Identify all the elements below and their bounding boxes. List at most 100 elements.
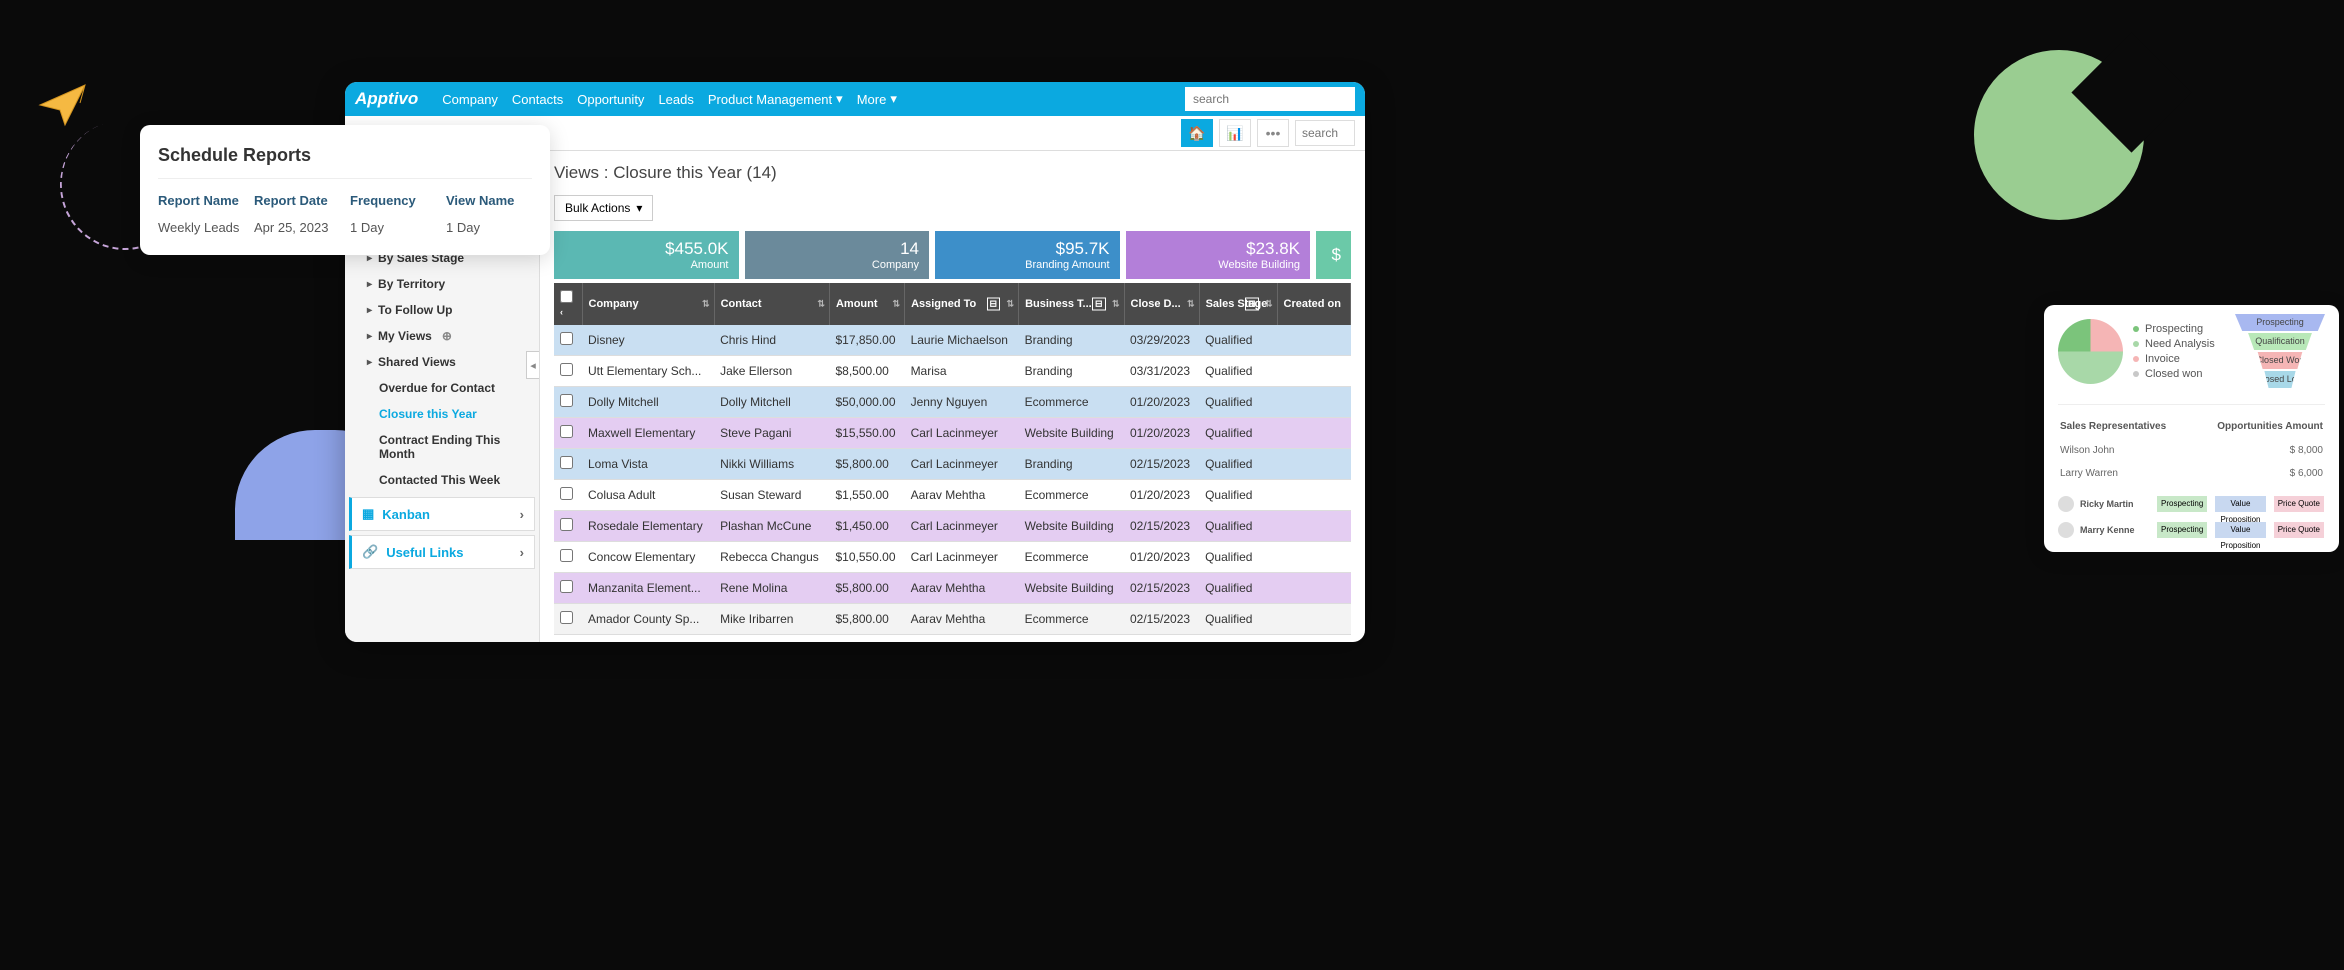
chart-button[interactable]: 📊 <box>1219 119 1251 147</box>
sched-hdr-date: Report Date <box>254 193 340 208</box>
sort-icon: ⇅ <box>1187 299 1195 310</box>
nav-company[interactable]: Company <box>442 92 498 107</box>
chevron-right-icon: › <box>520 507 524 522</box>
row-checkbox[interactable] <box>560 363 573 376</box>
nav-contacts[interactable]: Contacts <box>512 92 563 107</box>
table-row[interactable]: Loma VistaNikki Williams$5,800.00Carl La… <box>554 449 1351 480</box>
table-row[interactable]: Concow ElementaryRebecca Changus$10,550.… <box>554 542 1351 573</box>
kpi-card[interactable]: $455.0KAmount <box>554 231 739 279</box>
sched-val-view: 1 Day <box>446 220 532 235</box>
sched-val-name: Weekly Leads <box>158 220 244 235</box>
bar-chart-icon: 📊 <box>1226 125 1243 142</box>
stage-value-prop: Value Proposition <box>2215 522 2265 538</box>
ellipsis-icon: ••• <box>1266 125 1281 141</box>
row-checkbox[interactable] <box>560 394 573 407</box>
kpi-card[interactable]: 14Company <box>745 231 930 279</box>
sidebar-contract[interactable]: Contract Ending This Month <box>345 427 539 467</box>
sidebar-to-follow-up[interactable]: ▸To Follow Up <box>345 297 539 323</box>
rep-th-amt: Opportunities Amount <box>2193 415 2323 438</box>
col-amount[interactable]: Amount⇅ <box>829 283 904 325</box>
sort-icon: ⇅ <box>1265 299 1273 310</box>
row-checkbox[interactable] <box>560 332 573 345</box>
sched-val-date: Apr 25, 2023 <box>254 220 340 235</box>
plus-icon[interactable]: ⊕ <box>442 329 452 343</box>
col-contact[interactable]: Contact⇅ <box>714 283 829 325</box>
row-checkbox[interactable] <box>560 425 573 438</box>
sidebar-shared-views[interactable]: ▸Shared Views <box>345 349 539 375</box>
nav-product[interactable]: Product Management ▾ <box>708 91 843 107</box>
row-checkbox[interactable] <box>560 611 573 624</box>
more-button[interactable]: ••• <box>1257 119 1289 147</box>
table-row[interactable]: Colusa AdultSusan Steward$1,550.00Aarav … <box>554 480 1351 511</box>
kpi-row: $455.0KAmount14Company$95.7KBranding Amo… <box>554 231 1351 279</box>
select-all-checkbox[interactable] <box>560 290 573 303</box>
table-row[interactable]: Manzanita Element...Rene Molina$5,800.00… <box>554 573 1351 604</box>
col-created[interactable]: Created on <box>1277 283 1351 325</box>
sidebar-closure[interactable]: Closure this Year <box>345 401 539 427</box>
nav-leads[interactable]: Leads <box>658 92 693 107</box>
kpi-card[interactable]: $ <box>1316 231 1351 279</box>
rep-name: Wilson John <box>2060 440 2191 461</box>
rep-th-name: Sales Representatives <box>2060 415 2191 438</box>
col-company[interactable]: Company⇅ <box>582 283 714 325</box>
rep-amt: $ 8,000 <box>2193 440 2323 461</box>
funnel-closed-won: Closed Won <box>2249 352 2311 369</box>
table-row[interactable]: Dolly MitchellDolly Mitchell$50,000.00Je… <box>554 387 1351 418</box>
col-checkbox[interactable]: ‹ <box>554 283 582 325</box>
col-stage[interactable]: Sales Stage⊟⇅ <box>1199 283 1277 325</box>
nav-opportunity[interactable]: Opportunity <box>577 92 644 107</box>
home-button[interactable]: 🏠 <box>1181 119 1213 147</box>
filter-icon[interactable]: ⊟ <box>1245 298 1259 311</box>
filter-icon[interactable]: ⊟ <box>987 298 1001 311</box>
sidebar-kanban[interactable]: ▦Kanban› <box>349 497 535 531</box>
col-business[interactable]: Business T...⊟⇅ <box>1019 283 1124 325</box>
row-checkbox[interactable] <box>560 518 573 531</box>
kpi-card[interactable]: $95.7KBranding Amount <box>935 231 1120 279</box>
row-checkbox[interactable] <box>560 580 573 593</box>
schedule-reports-card: Schedule Reports Report NameWeekly Leads… <box>140 125 550 255</box>
sidebar-collapse-handle[interactable]: ◂ <box>526 351 540 379</box>
decorative-pie <box>1974 50 2144 220</box>
view-title: Views : Closure this Year (14) <box>554 163 1351 183</box>
kpi-card[interactable]: $23.8KWebsite Building <box>1126 231 1311 279</box>
content-area: Views : Closure this Year (14) Bulk Acti… <box>540 151 1365 642</box>
stage-price-quote: Price Quote <box>2274 496 2324 512</box>
legend-prospecting: Prospecting <box>2145 323 2203 335</box>
sidebar-my-views[interactable]: ▸My Views ⊕ <box>345 323 539 349</box>
nav-more[interactable]: More ▾ <box>857 91 897 107</box>
rep-amt: $ 6,000 <box>2193 463 2323 484</box>
row-checkbox[interactable] <box>560 456 573 469</box>
table-row[interactable]: DisneyChris Hind$17,850.00Laurie Michael… <box>554 325 1351 356</box>
table-row[interactable]: Rosedale ElementaryPlashan McCune$1,450.… <box>554 511 1351 542</box>
sidebar-overdue[interactable]: Overdue for Contact <box>345 375 539 401</box>
rep-name: Larry Warren <box>2060 463 2191 484</box>
sort-icon: ⇅ <box>817 299 825 310</box>
stage-price-quote: Price Quote <box>2274 522 2324 538</box>
paper-plane-icon <box>35 75 95 135</box>
table-row[interactable]: Utt Elementary Sch...Jake Ellerson$8,500… <box>554 356 1351 387</box>
caret-down-icon: ▾ <box>636 201 642 215</box>
caret-right-icon: ▸ <box>367 305 372 316</box>
row-checkbox[interactable] <box>560 549 573 562</box>
sidebar-by-territory[interactable]: ▸By Territory <box>345 271 539 297</box>
table-row[interactable]: Amador County Sp...Mike Iribarren$5,800.… <box>554 604 1351 635</box>
sched-hdr-view: View Name <box>446 193 532 208</box>
stage-prospecting: Prospecting <box>2157 522 2207 538</box>
filter-icon[interactable]: ⊟ <box>1092 298 1106 311</box>
sidebar-useful-links[interactable]: 🔗Useful Links› <box>349 535 535 569</box>
caret-right-icon: ▸ <box>367 357 372 368</box>
sidebar-contacted[interactable]: Contacted This Week <box>345 467 539 493</box>
bulk-actions-button[interactable]: Bulk Actions ▾ <box>554 195 653 221</box>
col-close[interactable]: Close D...⇅ <box>1124 283 1199 325</box>
stage-value-prop: Value Proposition <box>2215 496 2265 512</box>
analytics-card: Prospecting Need Analysis Invoice Closed… <box>2044 305 2339 552</box>
subbar-search-input[interactable] <box>1295 120 1355 146</box>
col-assigned[interactable]: Assigned To⊟⇅ <box>905 283 1019 325</box>
global-search-input[interactable] <box>1185 87 1355 111</box>
funnel-chart: Prospecting Qualification Closed Won Clo… <box>2235 314 2325 390</box>
table-row[interactable]: Maxwell ElementarySteve Pagani$15,550.00… <box>554 418 1351 449</box>
home-icon: 🏠 <box>1188 125 1205 142</box>
caret-down-icon: ▾ <box>836 91 843 107</box>
row-checkbox[interactable] <box>560 487 573 500</box>
legend-invoice: Invoice <box>2145 353 2180 365</box>
